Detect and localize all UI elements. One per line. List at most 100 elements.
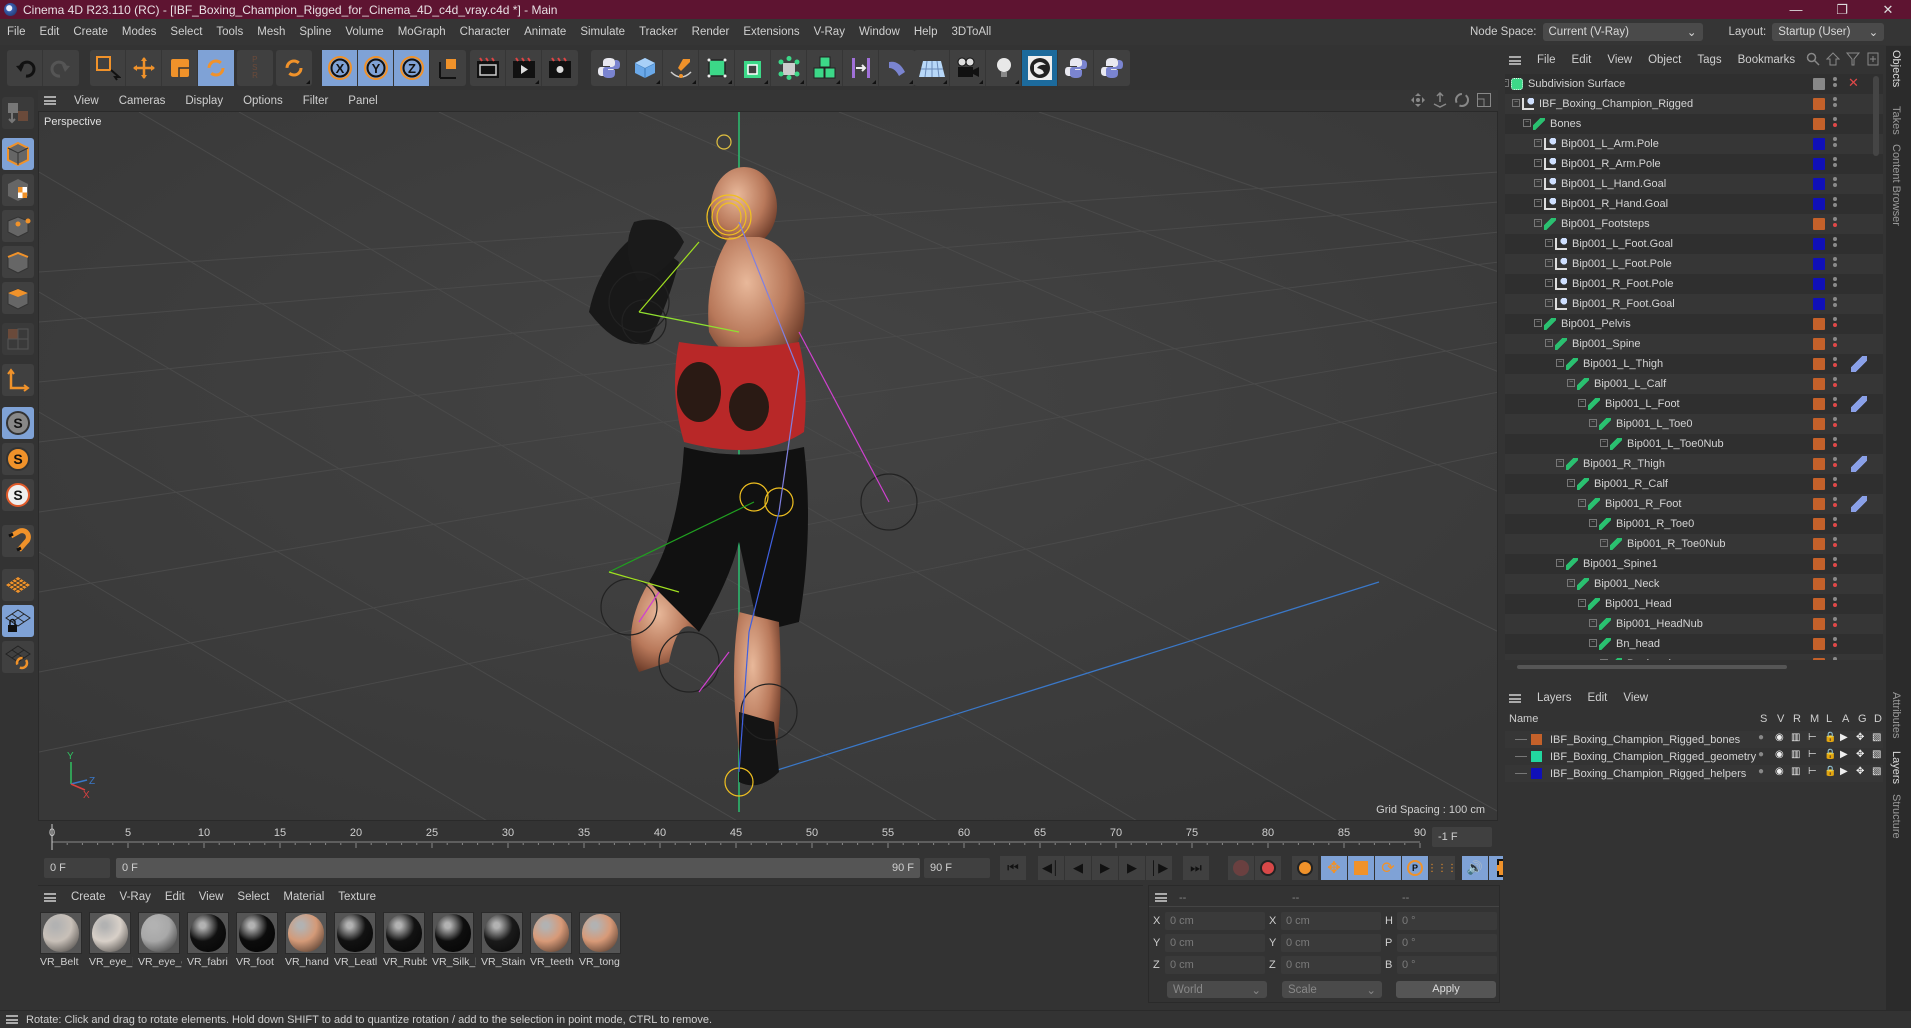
editor-visibility-dot[interactable]: [1833, 117, 1837, 121]
coordinate-field[interactable]: 0 cm: [1281, 912, 1381, 930]
visibility-eye-icon[interactable]: ◉: [1775, 749, 1784, 760]
menu-render[interactable]: Render: [685, 26, 737, 38]
viewport-menu-filter[interactable]: Filter: [293, 95, 339, 107]
viewport-menu-cameras[interactable]: Cameras: [109, 95, 176, 107]
undo-button[interactable]: [7, 50, 43, 86]
expand-toggle-icon[interactable]: −: [1545, 259, 1553, 267]
status-menu-icon[interactable]: [6, 1015, 18, 1024]
axis-mode-button[interactable]: [2, 364, 34, 396]
go-to-start-button[interactable]: ⏮: [1000, 856, 1026, 880]
render-visibility-dot[interactable]: [1833, 583, 1837, 587]
visibility-dots[interactable]: [1833, 657, 1837, 660]
layer-color-swatch[interactable]: [1813, 418, 1825, 430]
visibility-dots[interactable]: [1833, 457, 1837, 469]
editor-visibility-dot[interactable]: [1833, 157, 1837, 161]
editor-visibility-dot[interactable]: [1833, 557, 1837, 561]
layer-color-swatch[interactable]: [1813, 138, 1825, 150]
visibility-dots[interactable]: [1833, 197, 1837, 209]
polygon-mode-button[interactable]: [2, 282, 34, 314]
editor-visibility-dot[interactable]: [1833, 377, 1837, 381]
editor-visibility-dot[interactable]: [1833, 497, 1837, 501]
tab-objects[interactable]: Objects: [1890, 50, 1902, 87]
recent-tool-button[interactable]: [276, 50, 312, 86]
visibility-dots[interactable]: [1833, 437, 1837, 449]
camera-button[interactable]: [950, 50, 986, 86]
visibility-dots[interactable]: [1833, 637, 1837, 649]
visibility-dots[interactable]: [1833, 217, 1837, 229]
x-axis-button[interactable]: X: [322, 50, 358, 86]
animation-icon[interactable]: ▶: [1840, 732, 1848, 743]
tab-takes[interactable]: Takes: [1890, 106, 1902, 135]
end-frame-field[interactable]: 90 F: [924, 858, 990, 878]
visibility-dots[interactable]: [1833, 237, 1837, 249]
render-visibility-dot[interactable]: [1833, 523, 1837, 527]
layer-column-v[interactable]: V: [1777, 713, 1784, 725]
solo-icon[interactable]: ●: [1758, 732, 1764, 743]
menu-select[interactable]: Select: [163, 26, 209, 38]
coordinate-space-dropdown[interactable]: World ⌄: [1167, 981, 1267, 998]
menu-help[interactable]: Help: [907, 26, 945, 38]
edge-mode-button[interactable]: [2, 246, 34, 278]
editor-visibility-dot[interactable]: [1833, 517, 1837, 521]
expand-toggle-icon[interactable]: −: [1567, 479, 1575, 487]
expand-toggle-icon[interactable]: −: [1512, 99, 1520, 107]
tab-structure[interactable]: Structure: [1890, 794, 1902, 839]
material-menu-material[interactable]: Material: [276, 891, 331, 903]
object-row[interactable]: − Bip001_L_Calf: [1505, 374, 1883, 394]
ik-tag-icon[interactable]: [1851, 356, 1867, 372]
visibility-dots[interactable]: [1833, 577, 1837, 589]
visibility-eye-icon[interactable]: ◉: [1775, 732, 1784, 743]
viewport-menu-panel[interactable]: Panel: [338, 95, 387, 107]
expand-toggle-icon[interactable]: −: [1505, 79, 1509, 87]
texture-mode-button[interactable]: [2, 174, 34, 206]
editor-visibility-dot[interactable]: [1833, 357, 1837, 361]
layer-color-swatch[interactable]: [1813, 558, 1825, 570]
deformer-button[interactable]: [843, 50, 879, 86]
deformer-icon[interactable]: ▧: [1872, 766, 1881, 777]
render-visibility-dot[interactable]: [1833, 203, 1837, 207]
previous-frame-button[interactable]: ◀: [1065, 856, 1091, 880]
viewport-menu-view[interactable]: View: [64, 95, 109, 107]
layer-color-swatch[interactable]: [1813, 338, 1825, 350]
menu-animate[interactable]: Animate: [517, 26, 573, 38]
object-row[interactable]: − Bip001_R_Foot.Pole: [1505, 274, 1883, 294]
pen-button[interactable]: [663, 50, 699, 86]
object-menu-bookmarks[interactable]: Bookmarks: [1730, 54, 1804, 66]
tab-attributes[interactable]: Attributes: [1890, 692, 1902, 738]
solo-icon[interactable]: ●: [1758, 749, 1764, 760]
editor-visibility-dot[interactable]: [1833, 597, 1837, 601]
editor-visibility-dot[interactable]: [1833, 97, 1837, 101]
object-row[interactable]: − Bip001_R_Calf: [1505, 474, 1883, 494]
editor-visibility-dot[interactable]: [1833, 437, 1837, 441]
object-row[interactable]: − Bip001_Head: [1505, 594, 1883, 614]
object-row[interactable]: − Bip001_L_Foot: [1505, 394, 1883, 414]
render-visibility-dot[interactable]: [1833, 123, 1837, 127]
object-menu-file[interactable]: File: [1529, 54, 1564, 66]
redo-button[interactable]: [43, 50, 79, 86]
array-button[interactable]: [771, 50, 807, 86]
editor-visibility-dot[interactable]: [1833, 77, 1837, 81]
workplane-align-button[interactable]: [2, 641, 34, 673]
object-row[interactable]: − Bip001_R_Thigh: [1505, 454, 1883, 474]
expand-toggle-icon[interactable]: −: [1567, 379, 1575, 387]
layer-color-swatch[interactable]: [1813, 578, 1825, 590]
material-item[interactable]: VR_teeth: [530, 912, 574, 968]
solo-hierarchy-button[interactable]: S: [2, 443, 34, 475]
object-row[interactable]: − Bip001_L_Arm.Pole: [1505, 134, 1883, 154]
key-pla-button[interactable]: ⋮⋮⋮: [1427, 856, 1457, 880]
expand-toggle-icon[interactable]: −: [1523, 119, 1531, 127]
render-view-button[interactable]: [470, 50, 506, 86]
layer-color-swatch[interactable]: [1813, 178, 1825, 190]
object-row[interactable]: − Bip001_R_Foot: [1505, 494, 1883, 514]
object-manager-menu-icon[interactable]: [1509, 55, 1521, 65]
visibility-dots[interactable]: [1833, 377, 1837, 389]
render-visibility-dot[interactable]: [1833, 243, 1837, 247]
visibility-dots[interactable]: [1833, 277, 1837, 289]
record-keys-button[interactable]: [1228, 856, 1254, 880]
expand-toggle-icon[interactable]: −: [1600, 439, 1608, 447]
layer-row[interactable]: IBF_Boxing_Champion_Rigged_bones ● ◉ ▥ ⊢ 🔒 ▶ ✥ ▧: [1505, 731, 1883, 748]
layer-color-swatch[interactable]: [1813, 118, 1825, 130]
render-visibility-dot[interactable]: [1833, 303, 1837, 307]
editor-visibility-dot[interactable]: [1833, 537, 1837, 541]
orbit-icon[interactable]: [1454, 92, 1470, 108]
